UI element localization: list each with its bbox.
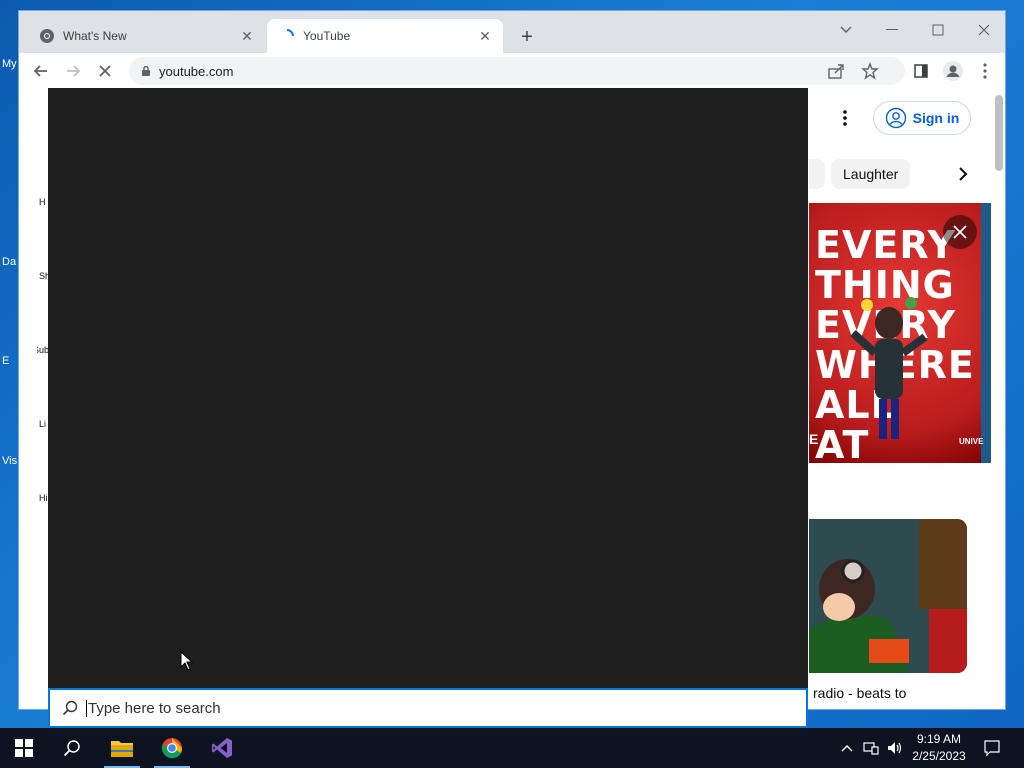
browser-toolbar: youtube.com <box>19 53 1005 89</box>
lock-icon[interactable] <box>141 65 151 77</box>
close-tab-icon[interactable]: ✕ <box>475 26 495 46</box>
tab-youtube[interactable]: YouTube ✕ <box>267 19 503 53</box>
chevron-right-icon[interactable] <box>953 164 973 184</box>
tab-title: YouTube <box>303 29 351 43</box>
system-clock[interactable]: 9:19 AM 2/25/2023 <box>904 731 974 765</box>
minimize-icon[interactable] <box>869 15 915 45</box>
chip-label: Laughter <box>843 166 899 182</box>
stop-loading-icon[interactable] <box>91 57 119 85</box>
clock-time: 9:19 AM <box>916 732 962 746</box>
sign-in-label: Sign in <box>912 110 960 126</box>
desktop-icon-label[interactable]: E <box>2 355 18 367</box>
bookmark-star-icon[interactable] <box>861 62 879 80</box>
share-icon[interactable] <box>827 62 845 80</box>
sidebar-item-label: Hi <box>39 493 48 503</box>
desktop-icon-label[interactable]: Da <box>2 256 18 268</box>
ad-banner[interactable]: EVERY THING EVERY WHERE ALL AT ONCE E UN… <box>809 203 991 463</box>
search-placeholder[interactable]: Type here to search <box>86 699 221 717</box>
tab-search-icon[interactable] <box>823 15 869 45</box>
search-icon[interactable] <box>48 728 96 768</box>
tab-strip: What's New ✕ YouTube ✕ + <box>19 11 1005 53</box>
ad-figure-illustration <box>850 297 928 439</box>
sidebar-item-label: Li <box>39 419 47 429</box>
settings-menu-icon[interactable] <box>839 107 851 129</box>
start-search-panel <box>48 88 808 688</box>
plus-icon[interactable]: + <box>515 25 539 49</box>
sign-in-button[interactable]: Sign in <box>873 101 971 135</box>
ad-corner-text: UNIVE <box>959 437 984 446</box>
filter-chip-partial[interactable] <box>809 159 825 189</box>
mouse-cursor-icon <box>180 651 194 671</box>
tab-whats-new[interactable]: What's New ✕ <box>27 19 265 53</box>
ad-side-strip <box>981 203 991 463</box>
video-thumbnail[interactable] <box>809 519 967 673</box>
lofi-girl-illustration <box>809 519 967 673</box>
address-text[interactable]: youtube.com <box>159 64 233 79</box>
taskbar: 9:19 AM 2/25/2023 <box>0 728 1024 768</box>
chrome-icon[interactable] <box>148 728 196 768</box>
chevron-up-icon[interactable] <box>836 728 858 768</box>
side-panel-icon[interactable] <box>907 57 935 85</box>
close-tab-icon[interactable]: ✕ <box>237 26 257 46</box>
volume-icon[interactable] <box>884 728 906 768</box>
menu-icon[interactable] <box>971 57 999 85</box>
profile-icon[interactable] <box>939 57 967 85</box>
start-icon[interactable] <box>0 728 48 768</box>
clock-date: 2/25/2023 <box>912 749 966 763</box>
file-explorer-icon[interactable] <box>98 728 146 768</box>
close-ad-icon[interactable] <box>943 215 977 249</box>
ad-side-text: E <box>809 431 819 447</box>
network-icon[interactable] <box>860 728 882 768</box>
search-icon <box>62 700 78 716</box>
chrome-icon <box>39 28 55 44</box>
address-bar[interactable]: youtube.com <box>129 57 905 85</box>
loading-spinner-icon <box>279 28 295 44</box>
back-icon[interactable] <box>27 57 55 85</box>
maximize-icon[interactable] <box>915 15 961 45</box>
close-icon[interactable] <box>961 15 1005 45</box>
sidebar-item-label: H <box>39 197 46 207</box>
account-icon <box>885 107 906 129</box>
visual-studio-icon[interactable] <box>198 728 246 768</box>
notification-icon[interactable] <box>980 728 1004 768</box>
forward-icon[interactable] <box>59 57 87 85</box>
taskbar-search-box[interactable]: Type here to search <box>48 688 808 728</box>
desktop-icon-label[interactable]: Vis <box>2 455 18 467</box>
filter-chip-laughter[interactable]: Laughter <box>831 159 911 189</box>
desktop-icon-label[interactable]: My <box>2 58 18 70</box>
page-scrollbar[interactable] <box>995 95 1003 171</box>
tab-title: What's New <box>63 29 127 43</box>
video-title[interactable]: radio - beats to <box>813 685 906 701</box>
